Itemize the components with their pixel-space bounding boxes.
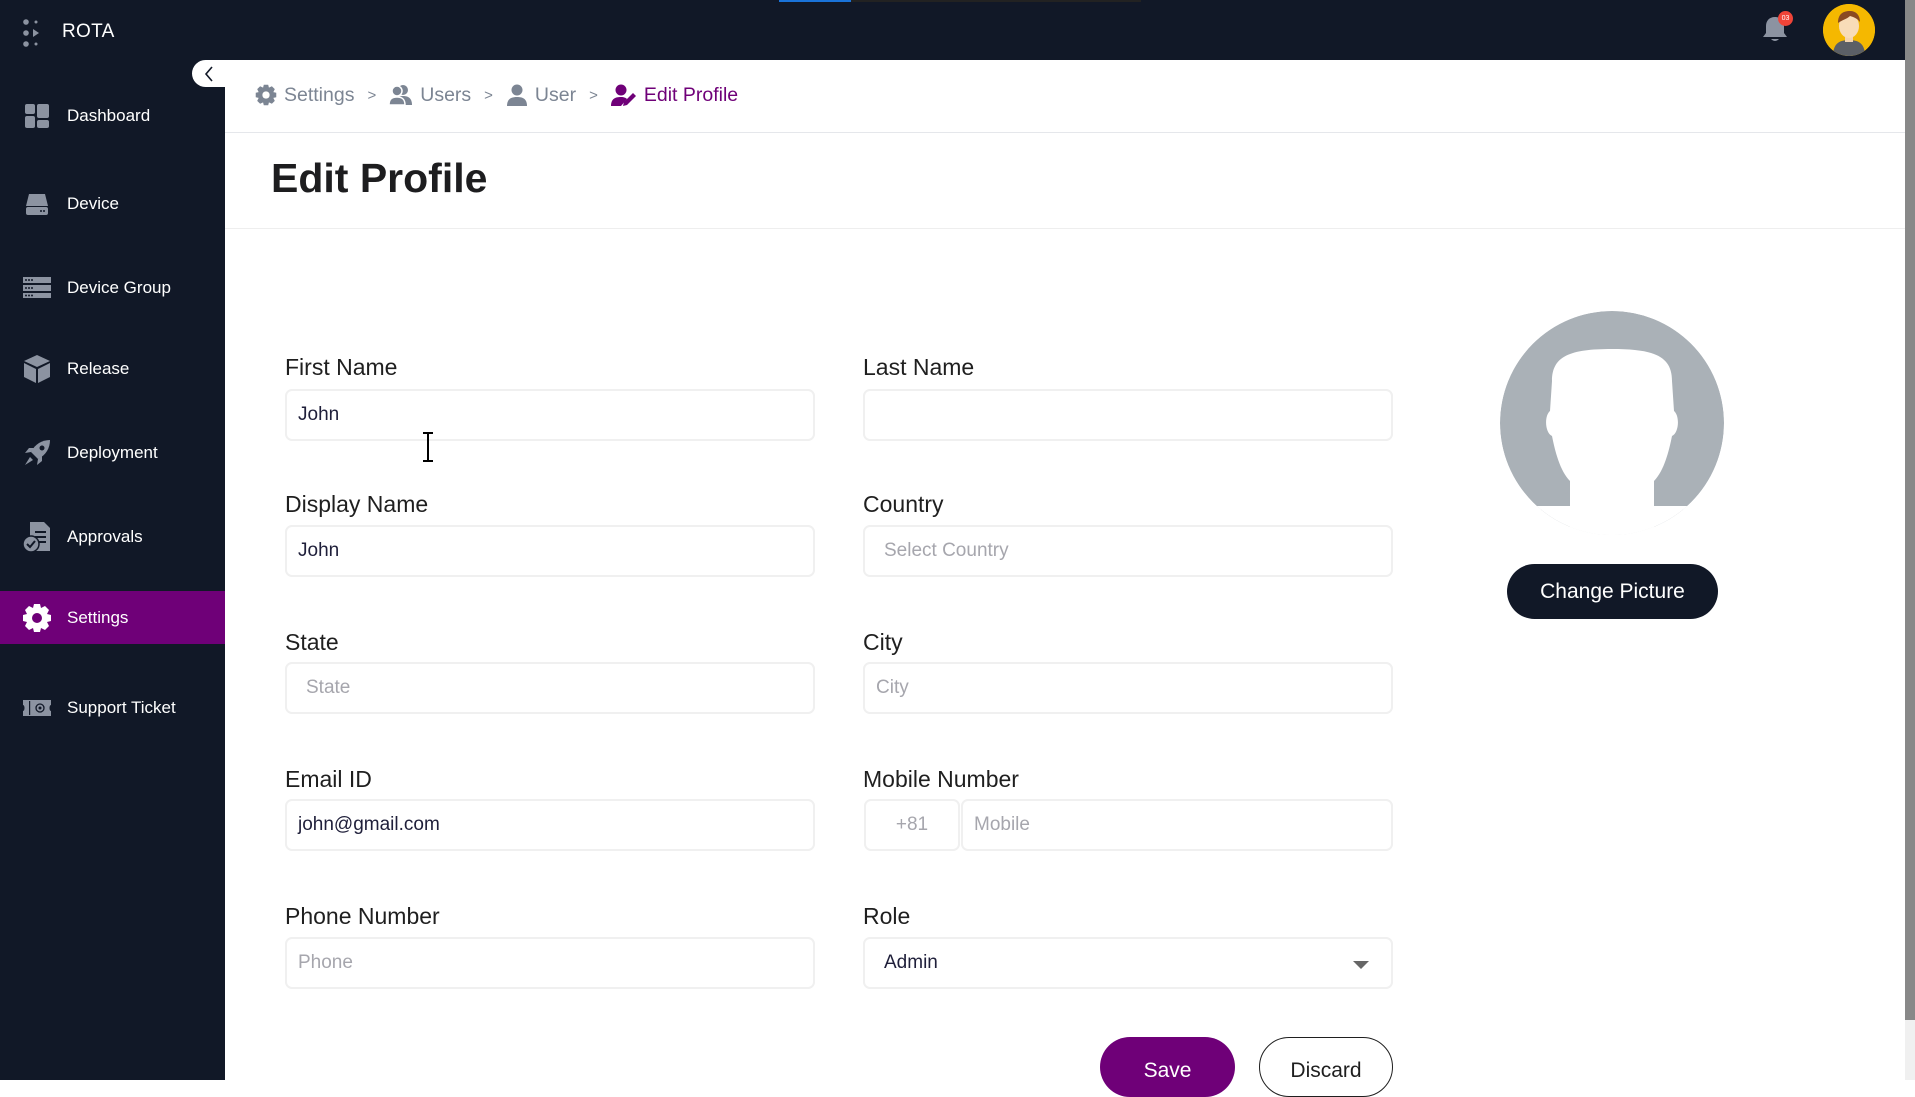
sidebar-item-label: Device xyxy=(67,193,119,213)
notification-count-badge: 03 xyxy=(1778,11,1793,26)
server-rack-icon xyxy=(22,273,52,303)
users-icon xyxy=(389,85,413,106)
gear-icon xyxy=(22,603,52,633)
breadcrumb-label: Edit Profile xyxy=(643,83,739,106)
hard-drive-icon xyxy=(22,189,52,219)
text-cursor-icon xyxy=(423,432,433,462)
phone-number-label: Phone Number xyxy=(285,903,440,929)
sidebar-item-deployment[interactable]: Deployment xyxy=(0,426,225,479)
breadcrumb-separator: > xyxy=(367,86,377,104)
profile-picture xyxy=(1500,311,1724,535)
sidebar-item-device[interactable]: Device xyxy=(0,177,225,230)
page-title: Edit Profile xyxy=(271,155,488,201)
page-scrollbar[interactable] xyxy=(1905,0,1915,1080)
loading-progress-fill xyxy=(779,0,852,2)
display-name-input[interactable]: John xyxy=(285,525,815,577)
document-check-icon xyxy=(22,521,52,553)
breadcrumb: Settings > Users > User > Edit Profile xyxy=(255,80,738,110)
caret-down-icon xyxy=(1353,961,1369,969)
sidebar-item-device-group[interactable]: Device Group xyxy=(0,261,225,314)
sidebar-item-label: Dashboard xyxy=(67,105,151,125)
first-name-label: First Name xyxy=(285,354,398,380)
phone-number-input[interactable]: Phone xyxy=(285,937,815,989)
sidebar-item-support-ticket[interactable]: Support Ticket xyxy=(0,681,225,734)
collapse-sidebar-button[interactable] xyxy=(192,60,226,87)
rota-logo-icon xyxy=(23,19,39,47)
display-name-label: Display Name xyxy=(285,491,429,517)
app-name: ROTA xyxy=(62,21,115,42)
user-icon xyxy=(506,84,527,106)
mobile-country-code-select[interactable]: +81 xyxy=(864,799,960,851)
mobile-number-label: Mobile Number xyxy=(863,766,1019,792)
mobile-number-input[interactable]: Mobile xyxy=(961,799,1393,851)
sidebar-item-label: Settings xyxy=(67,607,129,627)
breadcrumb-label: Settings xyxy=(284,83,355,106)
change-picture-button[interactable]: Change Picture xyxy=(1507,564,1718,619)
state-input[interactable]: State xyxy=(285,662,815,714)
country-label: Country xyxy=(863,491,944,517)
sidebar-item-dashboard[interactable]: Dashboard xyxy=(0,89,225,142)
role-selected-value: Admin xyxy=(884,952,938,973)
city-input[interactable]: City xyxy=(863,662,1393,714)
sidebar-item-release[interactable]: Release xyxy=(0,342,225,395)
top-bar: ROTA 03 xyxy=(0,0,1905,60)
sidebar-item-label: Approvals xyxy=(67,526,143,546)
breadcrumb-label: User xyxy=(534,83,577,106)
user-edit-icon xyxy=(610,84,636,106)
save-button[interactable]: Save xyxy=(1100,1037,1235,1097)
breadcrumb-user[interactable]: User xyxy=(506,84,576,107)
sidebar: Dashboard Device Device Group Release De… xyxy=(0,60,225,1080)
rocket-icon xyxy=(22,438,52,468)
email-label: Email ID xyxy=(285,766,372,792)
discard-button[interactable]: Discard xyxy=(1259,1037,1393,1097)
dashboard-icon xyxy=(22,101,52,131)
first-name-input[interactable]: John xyxy=(285,389,815,441)
ticket-icon xyxy=(22,693,52,723)
breadcrumb-users[interactable]: Users xyxy=(389,84,471,107)
main-content: Settings > Users > User > Edit Profile E… xyxy=(225,60,1905,1097)
chevron-left-icon xyxy=(204,65,213,82)
state-label: State xyxy=(285,629,339,655)
default-avatar-icon xyxy=(1500,311,1724,535)
sidebar-item-label: Deployment xyxy=(67,442,158,462)
app-logo[interactable] xyxy=(22,19,44,47)
user-avatar[interactable] xyxy=(1823,4,1875,56)
role-select[interactable]: Admin xyxy=(863,937,1393,989)
breadcrumb-settings[interactable]: Settings xyxy=(255,84,354,107)
city-label: City xyxy=(863,629,903,655)
sidebar-item-label: Release xyxy=(67,358,130,378)
divider xyxy=(225,132,1905,133)
country-select[interactable]: Select Country xyxy=(863,525,1393,577)
sidebar-item-settings[interactable]: Settings xyxy=(0,591,225,644)
box-icon xyxy=(22,354,52,384)
divider xyxy=(225,228,1905,229)
sidebar-item-label: Support Ticket xyxy=(67,697,176,717)
breadcrumb-edit-profile: Edit Profile xyxy=(610,83,739,107)
sidebar-item-approvals[interactable]: Approvals xyxy=(0,510,225,563)
last-name-label: Last Name xyxy=(863,354,975,380)
scrollbar-thumb[interactable] xyxy=(1905,0,1915,1020)
breadcrumb-separator: > xyxy=(484,86,493,104)
last-name-input[interactable] xyxy=(863,389,1393,441)
role-label: Role xyxy=(863,903,911,929)
breadcrumb-label: Users xyxy=(420,83,472,106)
email-input[interactable]: john@gmail.com xyxy=(285,799,815,851)
sidebar-item-label: Device Group xyxy=(67,277,171,297)
user-avatar-icon xyxy=(1823,4,1875,56)
gear-icon xyxy=(255,84,277,106)
breadcrumb-separator: > xyxy=(589,86,598,104)
loading-progress-bar xyxy=(779,0,1141,2)
